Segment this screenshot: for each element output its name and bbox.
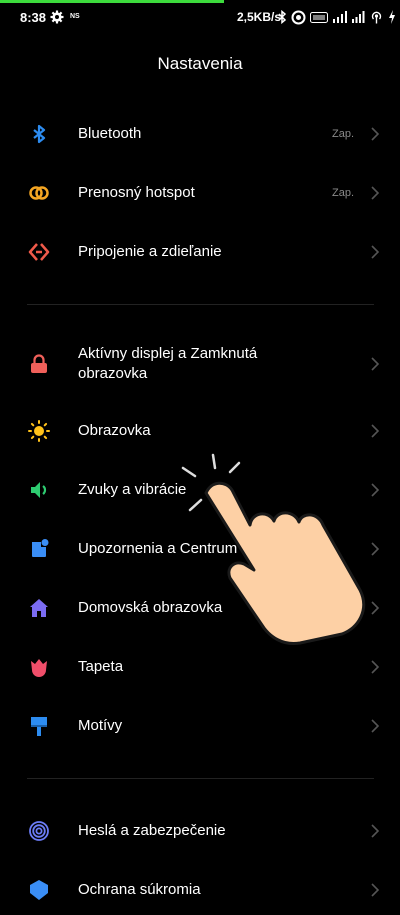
chevron-right-icon (371, 424, 380, 438)
settings-item-label: Heslá a zabezpečenie (78, 822, 226, 839)
bluetooth-icon (33, 124, 46, 144)
chevron-right-icon (371, 542, 380, 556)
section-divider (27, 778, 374, 779)
chevron-right-icon (371, 127, 380, 141)
settings-item-label: Motívy (78, 717, 123, 734)
chevron-right-icon (371, 601, 380, 615)
settings-item-label: Zvuky a vibrácie (78, 481, 187, 498)
lock-icon (31, 354, 47, 373)
settings-item-themes[interactable]: Motívy (0, 701, 400, 751)
settings-item-label: Aktívny displej a Zamknutá obrazovka (78, 345, 258, 382)
circle-icon (291, 10, 306, 24)
chevron-right-icon (371, 357, 380, 371)
speaker-icon (31, 482, 47, 498)
network-speed: 2,5KB/s (237, 10, 282, 24)
signal-icon (352, 11, 365, 23)
hotspot-icon (29, 186, 49, 200)
bluetooth-icon (278, 10, 287, 24)
sun-icon (28, 420, 50, 442)
chevron-right-icon (371, 245, 380, 259)
ns-indicator: NS (70, 13, 80, 20)
chevron-right-icon (371, 883, 380, 897)
settings-icon (50, 10, 64, 24)
settings-item-label: Tapeta (78, 658, 124, 675)
notification-icon (32, 539, 49, 557)
settings-item-label: Prenosný hotspot (78, 184, 195, 201)
privacy-shield-icon (30, 880, 48, 900)
page-title: Nastavenia (157, 54, 243, 73)
chevron-right-icon (371, 660, 380, 674)
charging-icon (389, 10, 395, 24)
status-time: 8:38 (20, 10, 47, 25)
settings-item-label: Bluetooth (78, 125, 142, 142)
settings-item-value: Zap. (331, 187, 354, 199)
settings-item-value: Zap. (331, 128, 354, 140)
connection-sharing-icon (28, 243, 50, 261)
settings-item-connection-sharing[interactable]: Pripojenie a zdieľanie (0, 227, 400, 277)
volte-icon (310, 11, 328, 23)
paint-roller-icon (31, 717, 47, 736)
settings-item-privacy[interactable]: Ochrana súkromia (0, 865, 400, 915)
settings-item-passwords-security[interactable]: Heslá a zabezpečenie (0, 806, 400, 856)
chevron-right-icon (371, 719, 380, 733)
settings-item-label: Ochrana súkromia (78, 881, 201, 898)
settings-item-hotspot[interactable]: Prenosný hotspot Zap. (0, 168, 400, 218)
settings-item-label: Pripojenie a zdieľanie (78, 243, 222, 260)
fingerprint-icon (29, 821, 49, 841)
settings-item-display[interactable]: Obrazovka (0, 406, 400, 456)
hotspot-icon (371, 11, 382, 24)
chevron-right-icon (371, 483, 380, 497)
tap-hand-icon (181, 453, 366, 646)
status-bar: 8:38 NS 2,5KB/s (0, 0, 400, 34)
5g-signal-icon (333, 11, 347, 23)
section-divider (27, 304, 374, 305)
settings-item-lock-screen[interactable]: Aktívny displej a Zamknutá obrazovka (0, 339, 400, 389)
chevron-right-icon (371, 824, 380, 838)
settings-item-label: Obrazovka (78, 422, 151, 439)
tulip-icon (31, 659, 47, 677)
home-icon (30, 599, 48, 617)
chevron-right-icon (371, 186, 380, 200)
settings-item-bluetooth[interactable]: Bluetooth Zap. (0, 109, 400, 159)
